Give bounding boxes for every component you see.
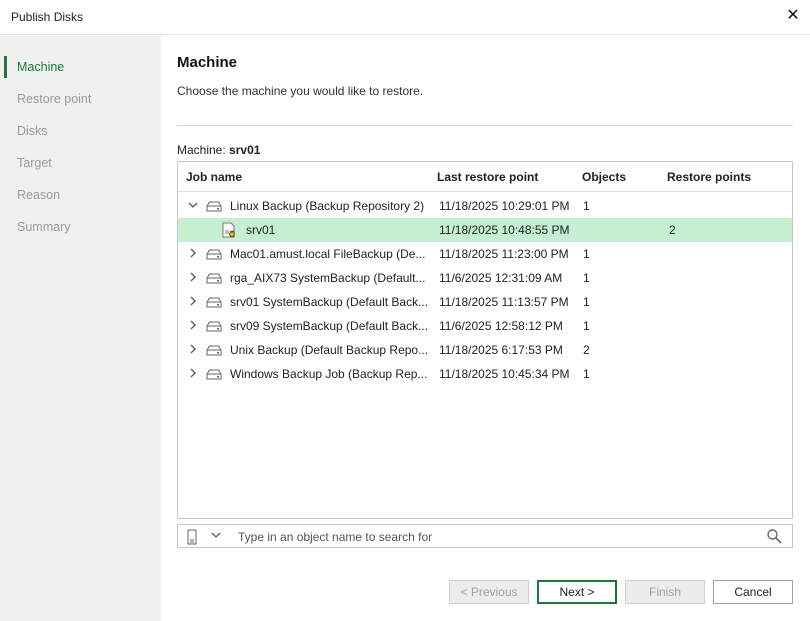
job-name: Unix Backup (Default Backup Repo... (230, 343, 429, 357)
column-header-restore-points[interactable]: Restore points (667, 170, 751, 184)
last-restore-point: 11/18/2025 11:13:57 PM (439, 295, 569, 309)
backup-job-icon (206, 248, 222, 263)
table-row[interactable]: srv09 SystemBackup (Default Back... 11/6… (178, 314, 792, 338)
job-name: Windows Backup Job (Backup Rep... (230, 367, 428, 381)
linux-machine-icon (221, 222, 237, 241)
last-restore-point: 11/6/2025 12:58:12 PM (439, 319, 563, 333)
last-restore-point: 11/18/2025 6:17:53 PM (439, 343, 563, 357)
column-header-last-restore-point[interactable]: Last restore point (437, 170, 538, 184)
device-icon[interactable] (186, 529, 198, 548)
machine-selection-label: Machine: srv01 (177, 143, 260, 157)
machine-name: srv01 (246, 223, 276, 237)
table-row[interactable]: Mac01.amust.local FileBackup (De... 11/1… (178, 242, 792, 266)
backup-job-icon (206, 344, 222, 359)
restore-points-count: 2 (669, 223, 676, 237)
search-input[interactable]: Type in an object name to search for (238, 530, 432, 544)
last-restore-point: 11/18/2025 10:48:55 PM (439, 223, 570, 237)
chevron-right-icon[interactable] (187, 295, 199, 307)
chevron-right-icon[interactable] (187, 319, 199, 331)
backup-job-icon (206, 320, 222, 335)
objects-count: 1 (583, 271, 590, 285)
backup-job-icon (206, 200, 222, 215)
page-subtitle: Choose the machine you would like to res… (177, 84, 424, 98)
cancel-button[interactable]: Cancel (713, 580, 793, 604)
divider (177, 125, 793, 126)
previous-button[interactable]: < Previous (449, 580, 529, 604)
last-restore-point: 11/18/2025 10:29:01 PM (439, 199, 570, 213)
job-name: srv01 SystemBackup (Default Back... (230, 295, 429, 309)
job-name: rga_AIX73 SystemBackup (Default... (230, 271, 426, 285)
page-title: Machine (177, 54, 238, 71)
step-label: Summary (17, 220, 71, 234)
objects-count: 1 (583, 367, 590, 381)
chevron-down-icon[interactable] (187, 199, 199, 211)
object-search-bar: Type in an object name to search for (177, 524, 793, 548)
table-row[interactable]: Linux Backup (Backup Repository 2) 11/18… (178, 194, 792, 218)
table-header: Job name Last restore point Objects Rest… (178, 162, 792, 192)
wizard-steps-sidebar: Machine Restore point Disks Target Reaso… (0, 36, 161, 621)
machine-label: Machine: (177, 143, 226, 157)
window-title: Publish Disks (11, 10, 84, 24)
chevron-right-icon[interactable] (187, 367, 199, 379)
job-name: Linux Backup (Backup Repository 2) (230, 199, 425, 213)
backup-job-icon (206, 296, 222, 311)
objects-count: 1 (583, 319, 590, 333)
column-header-job-name[interactable]: Job name (186, 170, 242, 184)
chevron-right-icon[interactable] (187, 343, 199, 355)
job-name: Mac01.amust.local FileBackup (De... (230, 247, 426, 261)
chevron-down-icon[interactable] (210, 529, 222, 544)
table-row[interactable]: Windows Backup Job (Backup Rep... 11/18/… (178, 362, 792, 386)
table-row-selected[interactable]: srv01 11/18/2025 10:48:55 PM 2 (178, 218, 792, 242)
backup-job-icon (206, 272, 222, 287)
chevron-right-icon[interactable] (187, 247, 199, 259)
last-restore-point: 11/18/2025 11:23:00 PM (439, 247, 569, 261)
jobs-table[interactable]: Job name Last restore point Objects Rest… (177, 161, 793, 519)
objects-count: 2 (583, 343, 590, 357)
backup-job-icon (206, 368, 222, 383)
table-row[interactable]: srv01 SystemBackup (Default Back... 11/1… (178, 290, 792, 314)
step-label: Target (17, 156, 52, 170)
step-reason: Reason (0, 184, 161, 206)
job-name: srv09 SystemBackup (Default Back... (230, 319, 429, 333)
step-label: Restore point (17, 92, 92, 106)
column-header-objects[interactable]: Objects (582, 170, 626, 184)
finish-button[interactable]: Finish (625, 580, 705, 604)
step-restore-point: Restore point (0, 88, 161, 110)
search-icon[interactable] (766, 528, 782, 547)
objects-count: 1 (583, 199, 590, 213)
main-content: Machine Choose the machine you would lik… (161, 36, 810, 621)
objects-count: 1 (583, 247, 590, 261)
machine-value: srv01 (229, 143, 261, 157)
step-label: Machine (17, 60, 65, 74)
title-bar: Publish Disks ✕ (0, 0, 810, 35)
chevron-right-icon[interactable] (187, 271, 199, 283)
close-icon[interactable]: ✕ (784, 7, 802, 25)
step-summary: Summary (0, 216, 161, 238)
step-label: Reason (17, 188, 61, 202)
step-target: Target (0, 152, 161, 174)
step-label: Disks (17, 124, 48, 138)
last-restore-point: 11/6/2025 12:31:09 AM (439, 271, 563, 285)
table-row[interactable]: Unix Backup (Default Backup Repo... 11/1… (178, 338, 792, 362)
step-disks: Disks (0, 120, 161, 142)
step-machine[interactable]: Machine (0, 56, 161, 78)
next-button[interactable]: Next > (537, 580, 617, 604)
table-row[interactable]: rga_AIX73 SystemBackup (Default... 11/6/… (178, 266, 792, 290)
objects-count: 1 (583, 295, 590, 309)
last-restore-point: 11/18/2025 10:45:34 PM (439, 367, 570, 381)
